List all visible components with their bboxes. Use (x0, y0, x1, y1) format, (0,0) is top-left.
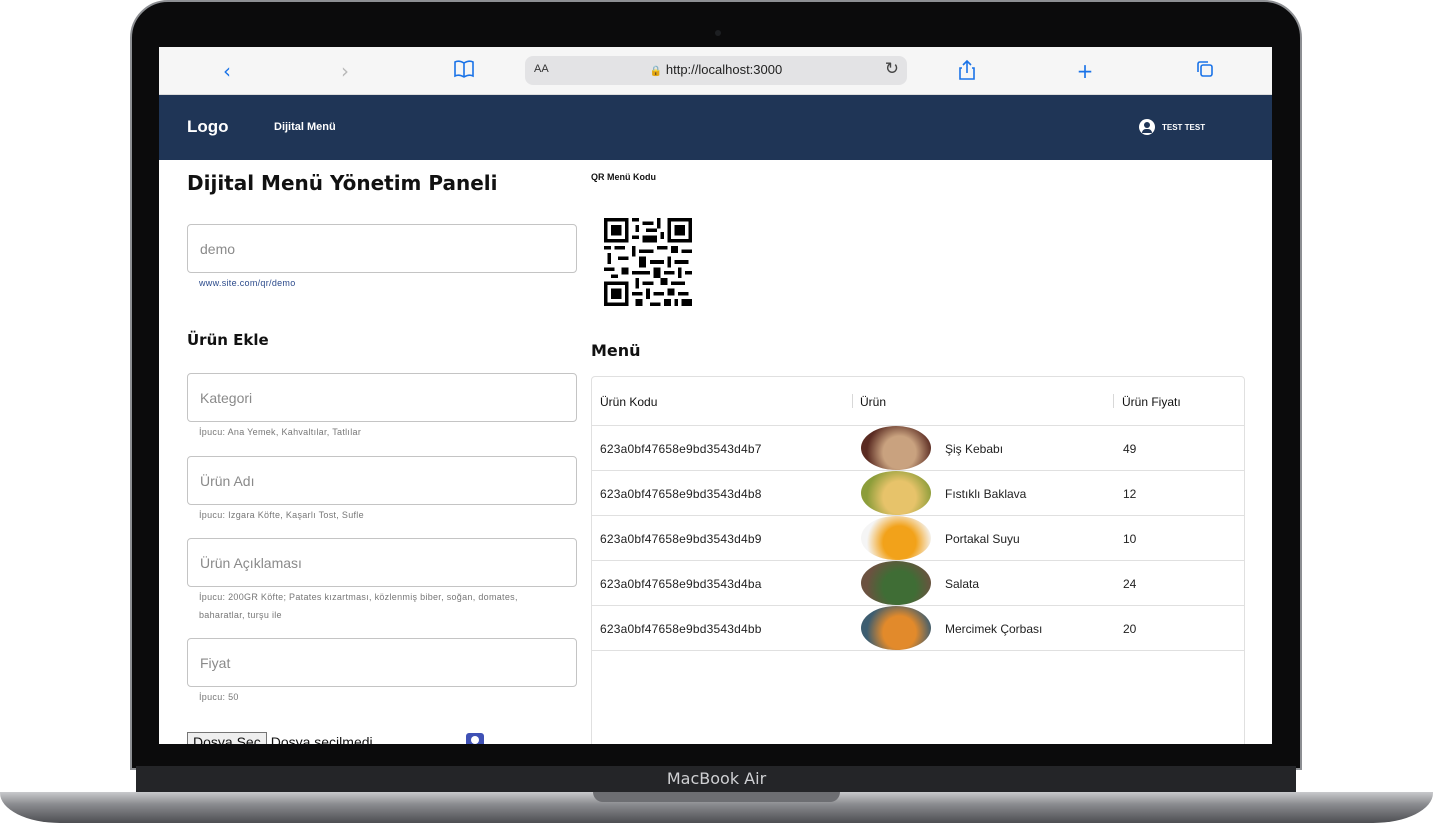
table-row[interactable]: 623a0bf47658e9bd3543d4ba Salata 24 (592, 561, 1244, 606)
column-header-price[interactable]: Ürün Fiyatı (1122, 395, 1181, 409)
product-description-input[interactable] (188, 539, 576, 586)
lock-icon: 🔒 (649, 66, 663, 77)
laptop-brand-label: MacBook Air (666, 769, 767, 788)
product-image (861, 606, 931, 650)
table-row[interactable]: 623a0bf47658e9bd3543d4b9 Portakal Suyu 1… (592, 516, 1244, 561)
menu-title: Menü (591, 341, 641, 360)
screen-bezel (132, 744, 1300, 766)
product-name: Mercimek Çorbası (945, 622, 1043, 636)
table-row[interactable]: 623a0bf47658e9bd3543d4b8 Fıstıklı Baklav… (592, 471, 1244, 516)
price-hint: İpucu: 50 (199, 692, 239, 702)
product-name: Salata (945, 577, 980, 591)
product-description-hint: İpucu: 200GR Köfte; Patates kızartması, … (199, 592, 518, 620)
back-icon[interactable]: ‹ (215, 59, 239, 83)
bookmarks-icon[interactable] (452, 59, 476, 83)
table-header: Ürün Kodu Ürün Ürün Fiyatı (592, 377, 1244, 426)
address-bar[interactable]: AA 🔒 http://localhost:3000 ↻ (525, 56, 907, 85)
product-description-field[interactable] (187, 538, 577, 587)
product-price: 49 (1123, 442, 1137, 456)
product-price: 24 (1123, 577, 1137, 591)
product-code: 623a0bf47658e9bd3543d4b7 (600, 442, 762, 456)
slug-field[interactable] (187, 224, 577, 273)
product-name-field[interactable] (187, 456, 577, 505)
product-image (861, 471, 931, 515)
qr-label: QR Menü Kodu (591, 172, 656, 182)
column-header-code[interactable]: Ürün Kodu (600, 395, 657, 409)
product-price: 10 (1123, 532, 1137, 546)
url-value: http://localhost:3000 (665, 62, 783, 77)
laptop-notch (593, 792, 840, 802)
table-row[interactable]: 623a0bf47658e9bd3543d4bb Mercimek Çorbas… (592, 606, 1244, 651)
category-hint: İpucu: Ana Yemek, Kahvaltılar, Tatlılar (199, 427, 362, 437)
product-image (861, 516, 931, 560)
user-menu[interactable]: TEST TEST (1139, 119, 1205, 135)
qr-code (604, 218, 692, 306)
product-code: 623a0bf47658e9bd3543d4b8 (600, 487, 762, 501)
file-status: Dosya seçilmedi (270, 734, 373, 744)
forward-icon[interactable]: › (333, 59, 357, 83)
product-code: 623a0bf47658e9bd3543d4ba (600, 577, 762, 591)
category-input[interactable] (188, 374, 576, 421)
new-tab-icon[interactable]: + (1073, 59, 1097, 83)
table-row[interactable]: 623a0bf47658e9bd3543d4b7 Şiş Kebabı 49 (592, 426, 1244, 471)
browser-screen: ‹ › AA 🔒 http://localhost:3000 ↻ + Logo … (159, 47, 1272, 744)
product-image (861, 561, 931, 605)
file-chooser: Dosya Seç Dosya seçilmedi (187, 732, 373, 744)
camera-icon[interactable] (466, 733, 484, 744)
column-divider (1113, 394, 1114, 408)
url-text: 🔒 http://localhost:3000 (525, 62, 907, 77)
column-header-product[interactable]: Ürün (860, 395, 886, 409)
tabs-icon[interactable] (1193, 59, 1217, 83)
product-price: 12 (1123, 487, 1137, 501)
product-name-hint: İpucu: Izgara Köfte, Kaşarlı Tost, Sufle (199, 510, 364, 520)
qr-site-link[interactable]: www.site.com/qr/demo (199, 278, 296, 288)
account-circle-icon (1139, 119, 1155, 135)
product-code: 623a0bf47658e9bd3543d4b9 (600, 532, 762, 546)
product-name-input[interactable] (188, 457, 576, 504)
product-name: Portakal Suyu (945, 532, 1020, 546)
price-field[interactable] (187, 638, 577, 687)
logo[interactable]: Logo (187, 117, 229, 137)
menu-table: Ürün Kodu Ürün Ürün Fiyatı 623a0bf47658e… (591, 376, 1245, 744)
product-price: 20 (1123, 622, 1137, 636)
browser-toolbar: ‹ › AA 🔒 http://localhost:3000 ↻ + (159, 47, 1272, 95)
product-name: Fıstıklı Baklava (945, 487, 1027, 501)
category-field[interactable] (187, 373, 577, 422)
product-code: 623a0bf47658e9bd3543d4bb (600, 622, 762, 636)
choose-file-button[interactable]: Dosya Seç (187, 732, 267, 744)
reload-icon[interactable]: ↻ (885, 59, 899, 79)
product-name: Şiş Kebabı (945, 442, 1004, 456)
share-icon[interactable] (955, 59, 979, 83)
camera-dot (715, 30, 721, 36)
product-image (861, 426, 931, 470)
app-navbar: Logo Dijital Menü TEST TEST (159, 95, 1272, 160)
add-product-title: Ürün Ekle (187, 331, 269, 349)
user-name: TEST TEST (1162, 122, 1206, 132)
page-title: Dijital Menü Yönetim Paneli (187, 171, 498, 195)
nav-link-digital-menu[interactable]: Dijital Menü (274, 121, 336, 133)
price-input[interactable] (188, 639, 576, 686)
column-divider (852, 394, 853, 408)
slug-input[interactable] (188, 225, 576, 272)
